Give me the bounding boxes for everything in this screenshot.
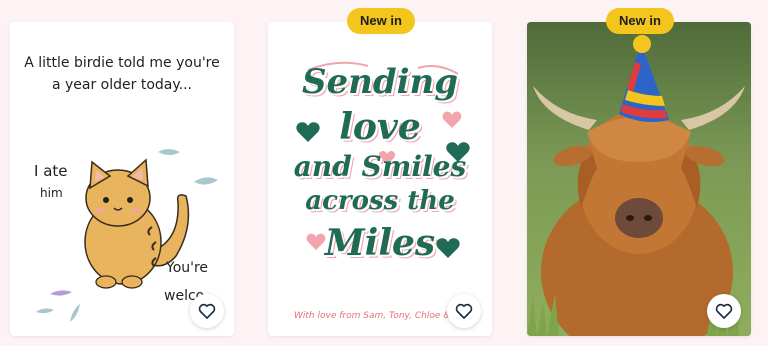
heart-outline-icon bbox=[198, 303, 216, 319]
card-footer-text: With love from Sam, Tony, Chloe & R bbox=[294, 311, 460, 321]
card-headline: A little birdie told me you're a year ol… bbox=[24, 55, 220, 93]
card-title-line: Sending bbox=[301, 62, 459, 102]
card-title-line: love bbox=[339, 106, 421, 148]
favorite-button[interactable] bbox=[447, 294, 481, 328]
card-side-text: I ate him bbox=[34, 162, 68, 200]
product-card-sending-love[interactable]: Sending love and Smiles across the Miles… bbox=[268, 22, 492, 336]
product-card-birdie[interactable]: A little birdie told me you're a year ol… bbox=[10, 22, 234, 336]
product-card-highland-cow[interactable] bbox=[527, 22, 751, 336]
highland-cow-photo bbox=[527, 22, 751, 336]
card-bottom-text: You're bbox=[166, 260, 209, 276]
favorite-button[interactable] bbox=[707, 294, 741, 328]
new-in-badge: New in bbox=[347, 8, 415, 34]
card-title-line: across the bbox=[305, 186, 455, 216]
heart-outline-icon bbox=[455, 303, 473, 319]
new-in-badge: New in bbox=[606, 8, 674, 34]
card-title-line: Miles bbox=[324, 222, 436, 264]
favorite-button[interactable] bbox=[190, 294, 224, 328]
heart-outline-icon bbox=[715, 303, 733, 319]
card-title-line: and Smiles bbox=[293, 150, 467, 183]
